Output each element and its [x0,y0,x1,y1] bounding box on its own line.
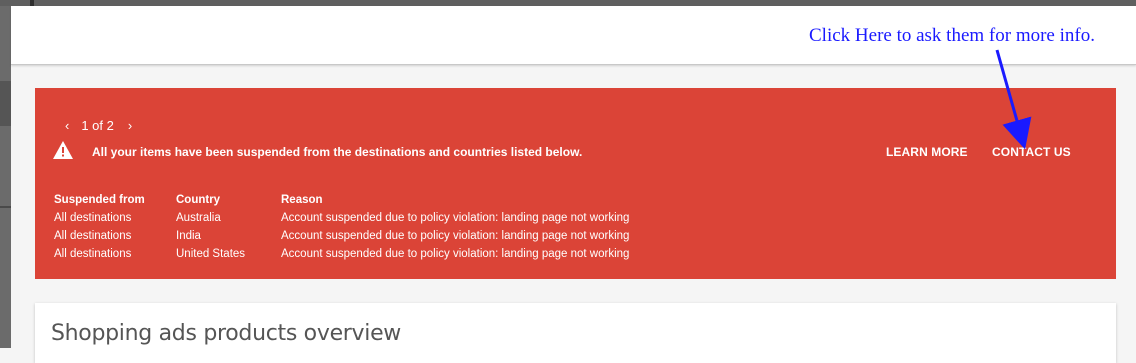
left-rail-section [0,81,11,126]
table-cell: India [176,230,201,242]
column-header: Suspended from [54,194,145,206]
column-country: Country Australia India United States [176,191,276,263]
table-cell: Account suspended due to policy violatio… [281,230,630,242]
contact-us-link[interactable]: CONTACT US [992,145,1071,159]
left-rail-divider [0,206,11,208]
chevron-left-icon[interactable]: ‹ [61,118,73,133]
table-cell: Australia [176,212,221,224]
table-cell: All destinations [54,230,132,242]
chevron-right-icon[interactable]: › [124,118,136,133]
table-cell: All destinations [54,248,132,260]
learn-more-link[interactable]: LEARN MORE [886,145,968,159]
table-cell: All destinations [54,212,132,224]
overview-card: Shopping ads products overview [35,303,1116,363]
suspension-alert-banner: ‹ 1 of 2 › All your items have been susp… [35,88,1116,279]
left-rail [0,6,11,348]
table-cell: United States [176,248,246,260]
column-reason: Reason Account suspended due to policy v… [281,191,781,263]
annotation-text: Click Here to ask them for more info. [809,25,1095,46]
column-header: Reason [281,194,323,206]
alert-pager: ‹ 1 of 2 › [61,118,136,133]
warning-triangle-icon [53,141,73,159]
column-header: Country [176,194,221,206]
table-cell: Account suspended due to policy violatio… [281,212,630,224]
pager-count: 1 of 2 [81,118,114,133]
table-cell: Account suspended due to policy violatio… [281,248,630,260]
card-title: Shopping ads products overview [51,321,402,346]
column-suspended-from: Suspended from All destinations All dest… [54,191,174,263]
alert-message: All your items have been suspended from … [92,145,583,159]
